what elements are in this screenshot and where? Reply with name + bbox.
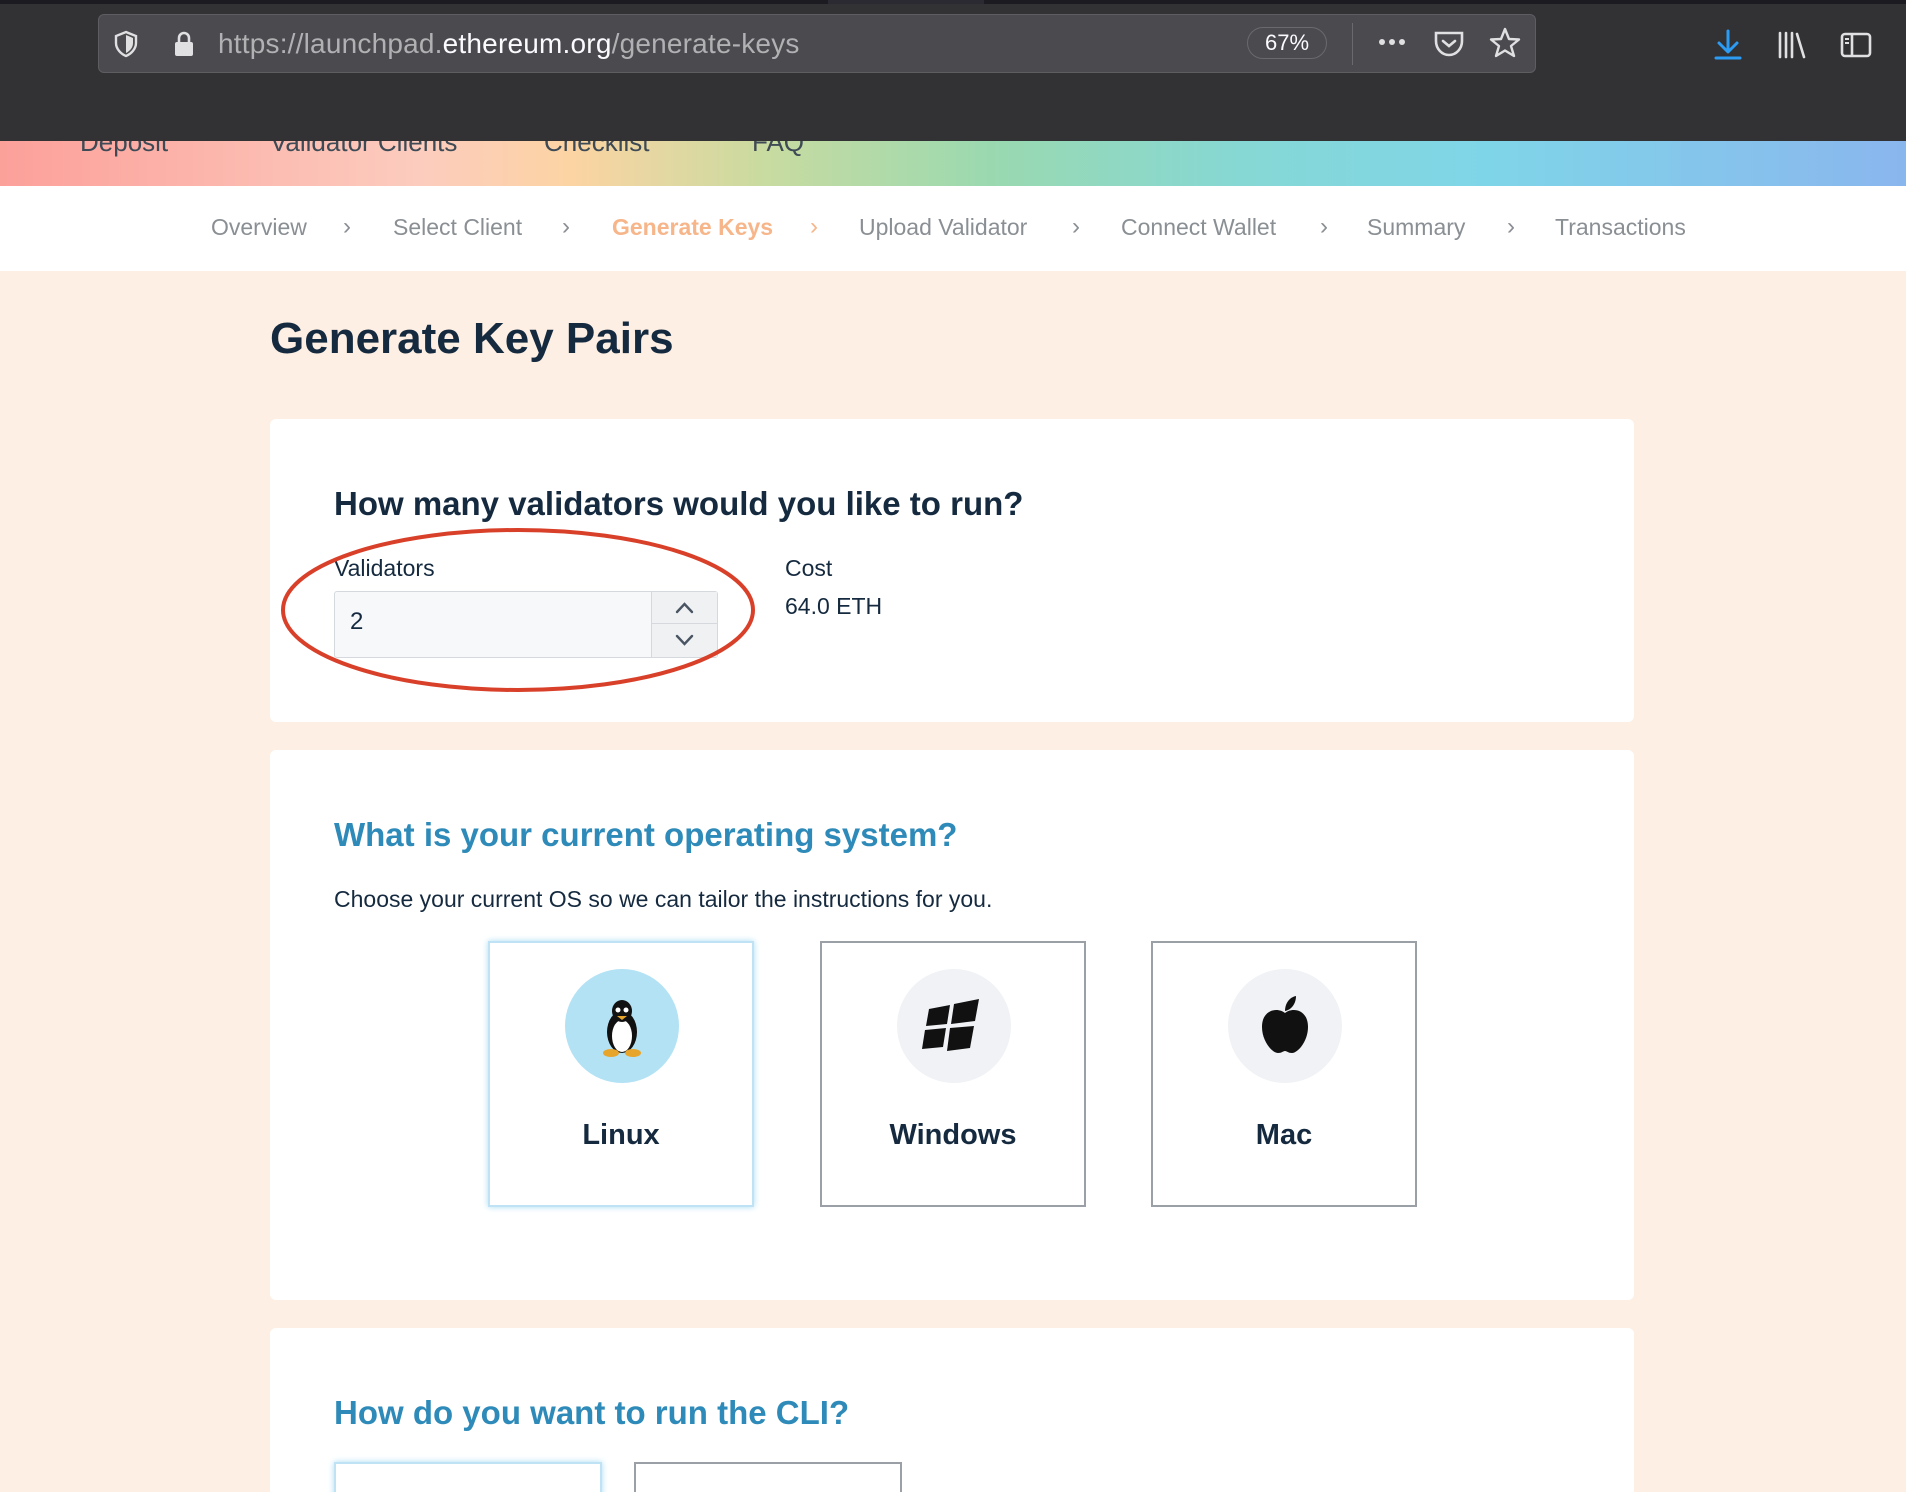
os-label-mac: Mac <box>1255 1119 1313 1151</box>
os-label-windows: Windows <box>889 1119 1017 1151</box>
nav-checklist[interactable]: Checklist <box>544 141 649 158</box>
step-overview[interactable]: Overview <box>211 212 307 242</box>
sidebar-icon[interactable] <box>1838 27 1874 63</box>
lock-icon[interactable] <box>169 29 199 59</box>
active-tab[interactable] <box>828 0 984 4</box>
nav-faq[interactable]: FAQ <box>752 141 804 158</box>
step-upload-validator[interactable]: Upload Validator <box>859 212 1027 242</box>
cli-question: How do you want to run the CLI? <box>334 1394 850 1431</box>
site-header: Deposit Validator Clients Checklist FAQ <box>0 141 1906 186</box>
os-subtitle: Choose your current OS so we can tailor … <box>334 886 993 912</box>
linux-icon <box>565 969 679 1083</box>
os-option-windows[interactable]: Windows <box>820 941 1086 1207</box>
apple-icon <box>1228 969 1342 1083</box>
shield-icon[interactable] <box>111 29 141 59</box>
os-option-linux[interactable]: Linux <box>488 941 754 1207</box>
cli-option-2[interactable] <box>634 1462 902 1492</box>
chevron-right-icon: › <box>1320 213 1328 240</box>
step-select-client[interactable]: Select Client <box>393 212 522 242</box>
url-path: /generate-keys <box>611 28 800 59</box>
zoom-indicator[interactable]: 67% <box>1247 27 1327 59</box>
star-icon[interactable] <box>1487 25 1523 61</box>
os-option-mac[interactable]: Mac <box>1151 941 1417 1207</box>
more-icon[interactable] <box>1374 27 1405 57</box>
pocket-icon[interactable] <box>1431 25 1467 61</box>
validators-card: How many validators would you like to ru… <box>270 419 1634 722</box>
url-text[interactable]: https://launchpad.ethereum.org/generate-… <box>218 25 800 63</box>
url-bar[interactable]: https://launchpad.ethereum.org/generate-… <box>98 14 1536 73</box>
cost-label: Cost <box>785 555 833 581</box>
chevron-right-icon: › <box>1507 213 1515 240</box>
nav-validator-clients[interactable]: Validator Clients <box>270 141 457 158</box>
browser-chrome: https://launchpad.ethereum.org/generate-… <box>0 0 1906 141</box>
url-domain: ethereum.org <box>442 28 612 59</box>
download-icon[interactable] <box>1710 27 1746 63</box>
step-generate-keys[interactable]: Generate Keys <box>612 212 773 242</box>
cost-value: 64.0 ETH <box>785 593 883 619</box>
os-label-linux: Linux <box>582 1119 660 1151</box>
chevron-right-icon: › <box>810 213 818 240</box>
chevron-right-icon: › <box>1072 213 1080 240</box>
progress-steps: Overview › Select Client › Generate Keys… <box>0 186 1906 271</box>
nav-deposit[interactable]: Deposit <box>80 141 168 158</box>
annotation-ellipse <box>281 528 755 692</box>
url-prefix: https://launchpad. <box>218 28 443 59</box>
step-summary[interactable]: Summary <box>1367 212 1465 242</box>
step-connect-wallet[interactable]: Connect Wallet <box>1121 212 1276 242</box>
cli-option-1[interactable] <box>334 1462 602 1492</box>
urlbar-divider <box>1352 23 1353 65</box>
validators-question: How many validators would you like to ru… <box>334 485 1024 522</box>
cli-card: How do you want to run the CLI? <box>270 1328 1634 1492</box>
os-card: What is your current operating system? C… <box>270 750 1634 1300</box>
step-transactions[interactable]: Transactions <box>1555 212 1686 242</box>
windows-icon <box>897 969 1011 1083</box>
chevron-right-icon: › <box>562 213 570 240</box>
library-icon[interactable] <box>1774 27 1810 63</box>
os-question: What is your current operating system? <box>334 816 958 853</box>
page-title: Generate Key Pairs <box>270 314 674 363</box>
chevron-right-icon: › <box>343 213 351 240</box>
tab-strip <box>0 0 1906 4</box>
